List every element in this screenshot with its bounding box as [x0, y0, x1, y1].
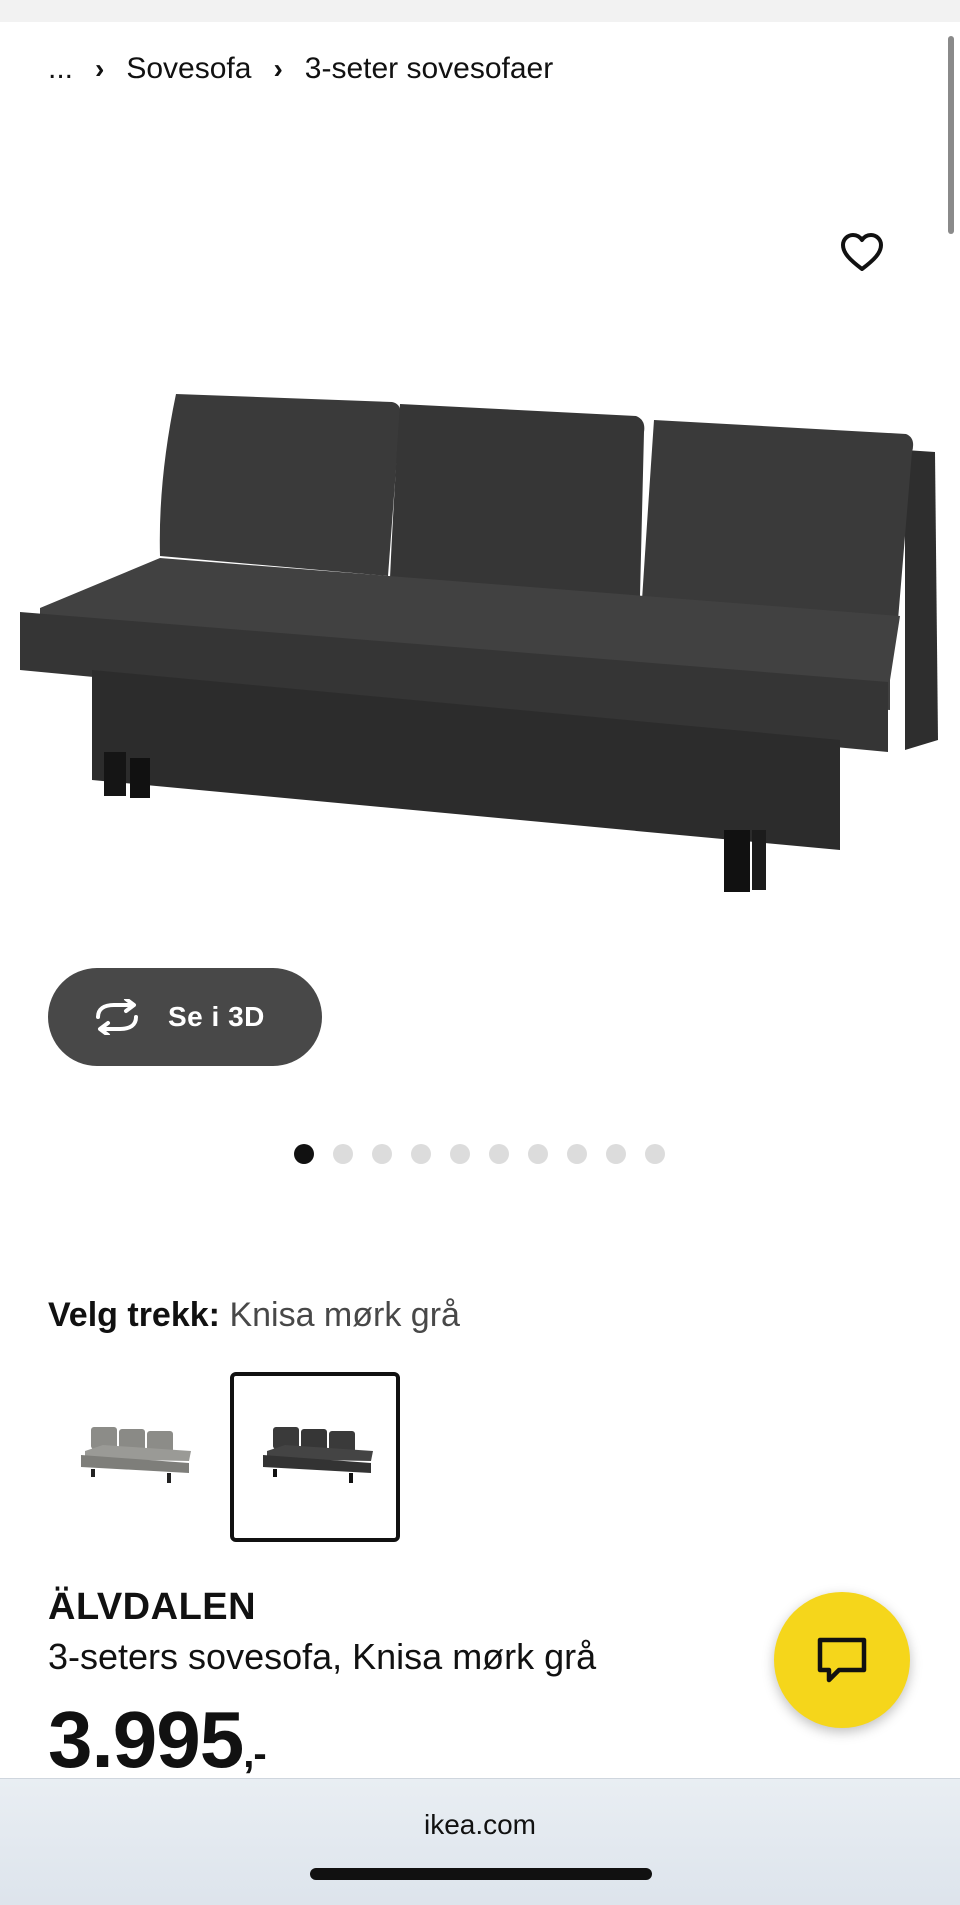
- price-suffix: ,-: [243, 1732, 266, 1776]
- gallery-dot[interactable]: [333, 1144, 353, 1164]
- gallery-dot[interactable]: [528, 1144, 548, 1164]
- gallery-dot[interactable]: [450, 1144, 470, 1164]
- dark-grey-sofa-thumbnail: [263, 1427, 373, 1483]
- gallery-dot[interactable]: [567, 1144, 587, 1164]
- scrollbar[interactable]: [948, 36, 954, 234]
- view-3d-button[interactable]: Se i 3D: [48, 968, 322, 1066]
- product-image[interactable]: [0, 380, 960, 900]
- gallery-pagination: [294, 1144, 684, 1164]
- rotate-icon: [96, 999, 138, 1035]
- breadcrumb: ... › Sovesofa › 3-seter sovesofaer: [48, 52, 553, 86]
- chat-button[interactable]: [774, 1592, 910, 1728]
- breadcrumb-ellipsis[interactable]: ...: [48, 52, 73, 86]
- product-name: ÄLVDALEN: [48, 1586, 257, 1628]
- view-3d-label: Se i 3D: [168, 1001, 265, 1032]
- variant-label: Velg trekk:: [48, 1296, 220, 1334]
- status-strip: [0, 0, 960, 22]
- gallery-dot[interactable]: [606, 1144, 626, 1164]
- gallery-dot[interactable]: [294, 1144, 314, 1164]
- url-text[interactable]: ikea.com: [0, 1809, 960, 1841]
- gallery-dot[interactable]: [411, 1144, 431, 1164]
- price-value: 3.995: [48, 1695, 244, 1784]
- product-description: 3-seters sovesofa, Knisa mørk grå: [48, 1636, 597, 1677]
- product-price: 3.995,-: [48, 1694, 267, 1786]
- home-indicator[interactable]: [310, 1868, 652, 1880]
- favorite-button[interactable]: [836, 226, 888, 278]
- gallery-dot[interactable]: [489, 1144, 509, 1164]
- chevron-right-icon: ›: [273, 53, 283, 84]
- chat-bubble-icon: [817, 1637, 867, 1683]
- variant-swatch-light-grey[interactable]: [48, 1372, 218, 1542]
- variant-selector-label: Velg trekk: Knisa mørk grå: [48, 1296, 460, 1335]
- variant-value: Knisa mørk grå: [229, 1296, 460, 1334]
- browser-url-bar[interactable]: ikea.com: [0, 1778, 960, 1905]
- heart-icon: [841, 233, 883, 271]
- chevron-right-icon: ›: [95, 53, 105, 84]
- breadcrumb-item-sovesofa[interactable]: Sovesofa: [126, 52, 251, 86]
- breadcrumb-item-3-seter[interactable]: 3-seter sovesofaer: [305, 52, 553, 86]
- variant-swatch-dark-grey[interactable]: [230, 1372, 400, 1542]
- sofa-image: [20, 394, 938, 892]
- light-grey-sofa-thumbnail: [81, 1427, 191, 1483]
- gallery-dot[interactable]: [645, 1144, 665, 1164]
- gallery-dot[interactable]: [372, 1144, 392, 1164]
